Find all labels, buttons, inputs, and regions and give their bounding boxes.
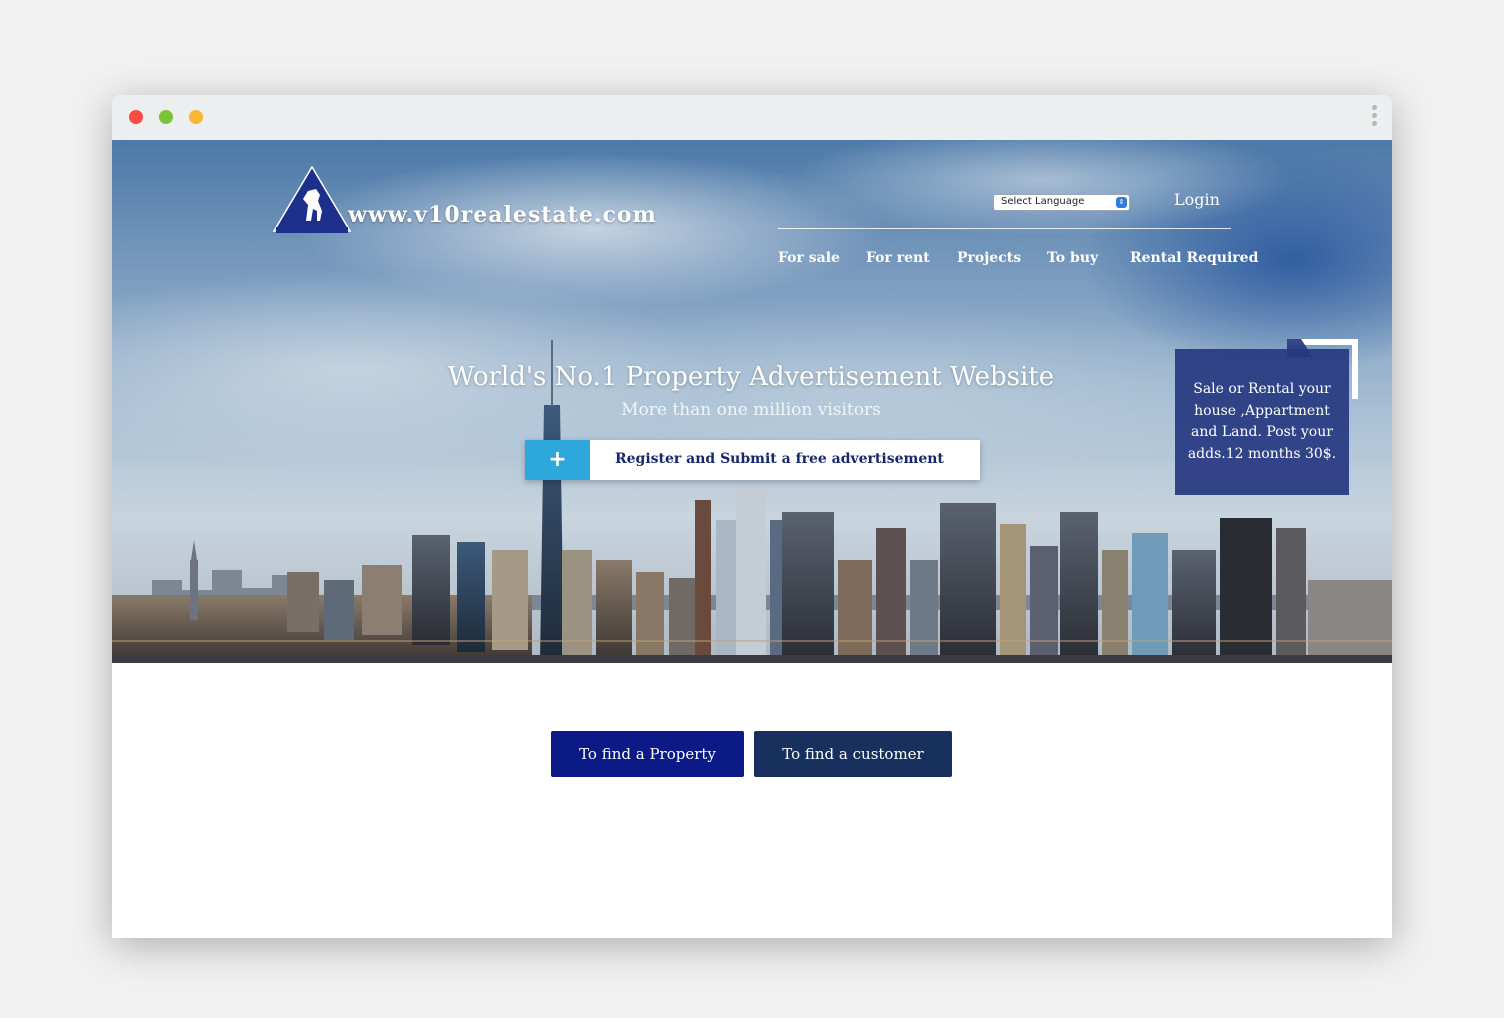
browser-titlebar xyxy=(112,95,1392,141)
browser-window: www.v10realestate.com Select Language ⇕ … xyxy=(112,95,1392,938)
plus-icon: + xyxy=(525,440,590,480)
register-advertisement-button[interactable]: + Register and Submit a free advertiseme… xyxy=(525,440,980,480)
nav-item-for-sale[interactable]: For sale xyxy=(778,250,840,266)
close-window-button[interactable] xyxy=(129,110,143,124)
corner-bracket-icon xyxy=(1287,339,1358,399)
nav-item-for-rent[interactable]: For rent xyxy=(866,250,930,266)
nav-item-projects[interactable]: Projects xyxy=(957,250,1021,266)
more-options-icon[interactable] xyxy=(1370,105,1378,131)
select-arrows-icon: ⇕ xyxy=(1116,197,1127,208)
nav-item-to-buy[interactable]: To buy xyxy=(1047,250,1098,266)
hero-banner: www.v10realestate.com Select Language ⇕ … xyxy=(112,140,1392,663)
find-property-button[interactable]: To find a Property xyxy=(551,731,744,777)
language-select[interactable]: Select Language ⇕ xyxy=(993,194,1130,211)
site-url-title[interactable]: www.v10realestate.com xyxy=(348,202,657,228)
nav-item-rental-required[interactable]: Rental Required xyxy=(1130,250,1258,266)
horse-logo-icon xyxy=(272,165,352,233)
find-customer-button[interactable]: To find a customer xyxy=(754,731,952,777)
register-advertisement-label: Register and Submit a free advertisement xyxy=(615,451,944,467)
language-select-value: Select Language xyxy=(1001,196,1085,207)
login-link[interactable]: Login xyxy=(1174,190,1220,209)
nav-divider xyxy=(778,228,1231,229)
minimize-window-button[interactable] xyxy=(189,110,203,124)
maximize-window-button[interactable] xyxy=(159,110,173,124)
